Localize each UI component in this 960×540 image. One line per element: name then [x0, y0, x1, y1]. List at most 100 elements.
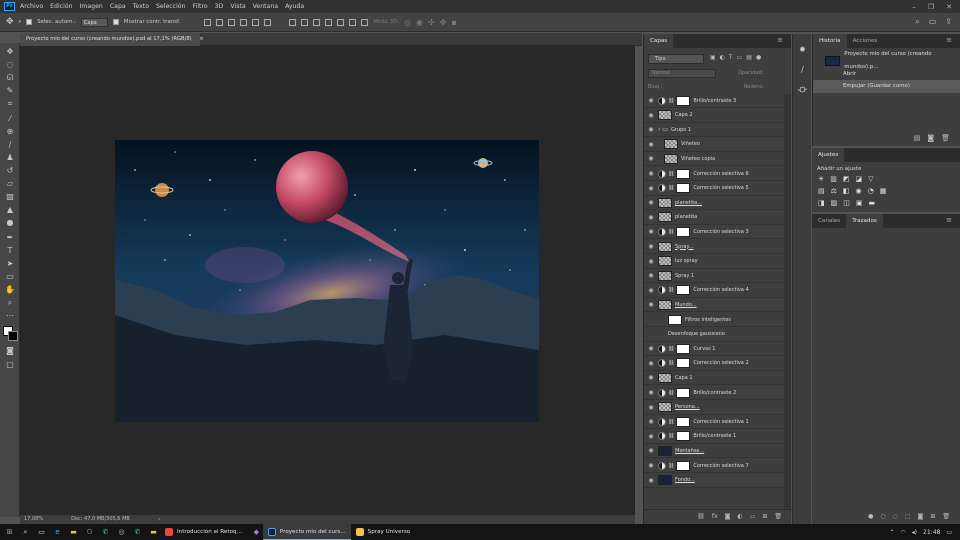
layer-row[interactable]: ◉ ⛓ Corrección selectiva 6 — [644, 167, 784, 181]
visibility-eye-icon[interactable]: ◉ — [644, 185, 658, 192]
visibility-eye-icon[interactable]: ◉ — [644, 374, 658, 381]
tab-acciones[interactable]: Acciones — [847, 34, 884, 48]
layer-row[interactable]: ◉ ⛓ Corrección selectiva 5 — [644, 182, 784, 196]
visibility-eye-icon[interactable]: ◉ — [644, 301, 658, 308]
visibility-eye-icon[interactable]: ◉ — [644, 141, 658, 148]
new-layer-icon[interactable]: ⊞ — [762, 513, 767, 520]
folder-icon[interactable]: ▬ — [147, 526, 160, 538]
distribute-right-icon[interactable] — [349, 18, 357, 26]
filter-pixel-icon[interactable]: ▣ — [710, 54, 716, 61]
new-document-from-state-icon[interactable]: ▤ — [914, 134, 921, 142]
snapshot-camera-icon[interactable]: ◙ — [927, 134, 934, 142]
layer-row[interactable]: ◉ Mundo... — [644, 298, 784, 313]
wifi-icon[interactable]: ◠ — [900, 529, 905, 536]
visibility-eye-icon[interactable]: ◉ — [644, 112, 658, 119]
layer-row[interactable]: ◉ ⛓ Corrección selectiva 2 — [644, 357, 784, 371]
layer-row[interactable]: ◉ Fondo... — [644, 474, 784, 488]
layer-row[interactable]: ◉ ⛓ Brillo/contraste 1 — [644, 430, 784, 444]
channel-mixer-icon[interactable]: ◔ — [868, 187, 874, 195]
chevron-down-icon[interactable]: ▾ — [19, 19, 22, 25]
gradient-icon[interactable]: ▨ — [4, 191, 16, 202]
layer-row[interactable]: ◉ ⛓ Brillo/contraste 3 — [644, 94, 784, 108]
taskbar-app-chrome[interactable]: Introducción al Retoq... — [160, 524, 247, 540]
search-icon[interactable]: ⌕ — [19, 526, 32, 538]
delete-layer-icon[interactable]: 🗑 — [774, 513, 782, 520]
tab-historia[interactable]: Historia — [813, 34, 847, 48]
align-middle-icon[interactable] — [216, 18, 224, 26]
history-snapshot[interactable]: Proyecto mio del curso (creando mundos).… — [813, 51, 960, 70]
zoom-icon[interactable]: ⌕ — [4, 297, 16, 308]
folder-icon[interactable]: › ▭ — [658, 126, 668, 133]
notifications-icon[interactable]: ▭ — [946, 529, 952, 536]
new-group-icon[interactable]: ▭ — [750, 513, 756, 520]
visibility-eye-icon[interactable]: ◉ — [644, 155, 658, 162]
layer-row[interactable]: ◉ ⛓ Corrección selectiva 7 — [644, 459, 784, 473]
media-player-icon[interactable]: ◎ — [115, 526, 128, 538]
marquee-icon[interactable]: ◌ — [4, 59, 16, 70]
visibility-eye-icon[interactable]: ◉ — [644, 433, 658, 440]
status-menu-icon[interactable]: › — [158, 515, 160, 524]
filter-shape-icon[interactable]: ▭ — [737, 54, 743, 61]
filter-adjustment-icon[interactable]: ◐ — [720, 54, 725, 61]
brightness-icon[interactable]: ☀ — [818, 175, 824, 183]
gear-icon[interactable]: ✹ — [797, 44, 808, 55]
clone-stamp-icon[interactable]: ♟ — [4, 152, 16, 163]
tab-trazados[interactable]: Trazados — [846, 214, 883, 228]
align-right-icon[interactable] — [264, 18, 272, 26]
menu-3d[interactable]: 3D — [215, 3, 224, 10]
layer-row[interactable]: ◉ Viñeteo copia — [644, 152, 784, 167]
layer-row[interactable]: Filtros inteligentes — [644, 313, 784, 327]
tab-capas[interactable]: Capas — [644, 34, 674, 48]
hand-icon[interactable]: ✋ — [4, 284, 16, 295]
background-color-swatch[interactable] — [8, 331, 18, 341]
menu-imagen[interactable]: Imagen — [80, 3, 103, 10]
layers-scrollbar[interactable] — [784, 94, 791, 509]
posterize-icon[interactable]: ▨ — [831, 199, 838, 207]
visibility-eye-icon[interactable]: ◉ — [644, 360, 658, 367]
transform-controls-checkbox[interactable] — [112, 19, 119, 25]
edge-icon[interactable]: e — [51, 526, 64, 538]
crop-icon[interactable]: ⌗ — [4, 98, 16, 109]
shape-icon[interactable]: ▭ — [4, 271, 16, 282]
visibility-eye-icon[interactable]: ◉ — [644, 287, 658, 294]
selective-color-icon[interactable]: ▣ — [856, 199, 863, 207]
visibility-eye-icon[interactable]: ◉ — [644, 97, 658, 104]
link-layers-icon[interactable]: ⛓ — [697, 513, 705, 520]
new-path-icon[interactable]: ⊞ — [930, 513, 935, 520]
minimize-icon[interactable]: – — [912, 3, 916, 11]
history-brush-icon[interactable]: ↺ — [4, 165, 16, 176]
share-icon[interactable]: ⇪ — [945, 17, 952, 27]
photo-filter-icon[interactable]: ◉ — [856, 187, 862, 195]
distribute-top-icon[interactable] — [289, 18, 297, 26]
visibility-eye-icon[interactable]: ◉ — [644, 389, 658, 396]
document-tab-close[interactable]: × — [199, 36, 203, 42]
layer-row[interactable]: ◉ luz spray — [644, 255, 784, 269]
volume-icon[interactable]: ◂) — [912, 529, 917, 536]
eyedropper-icon[interactable]: ⁄ — [4, 113, 16, 124]
pen-icon[interactable]: ✒ — [4, 232, 16, 243]
paths-menu-icon[interactable]: ≡ — [946, 216, 952, 224]
clone-source-icon[interactable]: ⛮ — [797, 84, 808, 95]
delete-path-icon[interactable]: 🗑 — [942, 513, 950, 520]
layer-row[interactable]: ◉ ⛓ Brillo/contraste 2 — [644, 386, 784, 400]
distribute-left-icon[interactable] — [325, 18, 333, 26]
menu-edicion[interactable]: Edición — [50, 3, 72, 10]
layer-style-icon[interactable]: fx — [712, 513, 718, 520]
visibility-eye-icon[interactable]: ◉ — [644, 447, 658, 454]
more-tools-icon[interactable]: ⋯ — [4, 310, 16, 321]
filter-type-icon[interactable]: T — [729, 54, 733, 61]
autoselect-checkbox[interactable] — [26, 19, 33, 25]
align-left-icon[interactable] — [240, 18, 248, 26]
layer-row[interactable]: ◉ ⛓ Corrección selectiva 4 — [644, 284, 784, 298]
layer-row[interactable]: ◉ Capa 1 — [644, 371, 784, 386]
invert-icon[interactable]: ◨ — [818, 199, 825, 207]
menu-archivo[interactable]: Archivo — [20, 3, 43, 10]
menu-ayuda[interactable]: Ayuda — [285, 3, 304, 10]
windows-start-icon[interactable]: ⊞ — [3, 526, 16, 538]
panel-menu-icon[interactable]: ≡ — [777, 36, 783, 44]
visibility-eye-icon[interactable]: ◉ — [644, 170, 658, 177]
visibility-eye-icon[interactable]: ◉ — [644, 258, 658, 265]
stroke-path-icon[interactable]: ○ — [880, 513, 885, 520]
menu-ventana[interactable]: Ventana — [253, 3, 278, 10]
layer-row[interactable]: ◉ ⛓ Curvas 1 — [644, 342, 784, 357]
